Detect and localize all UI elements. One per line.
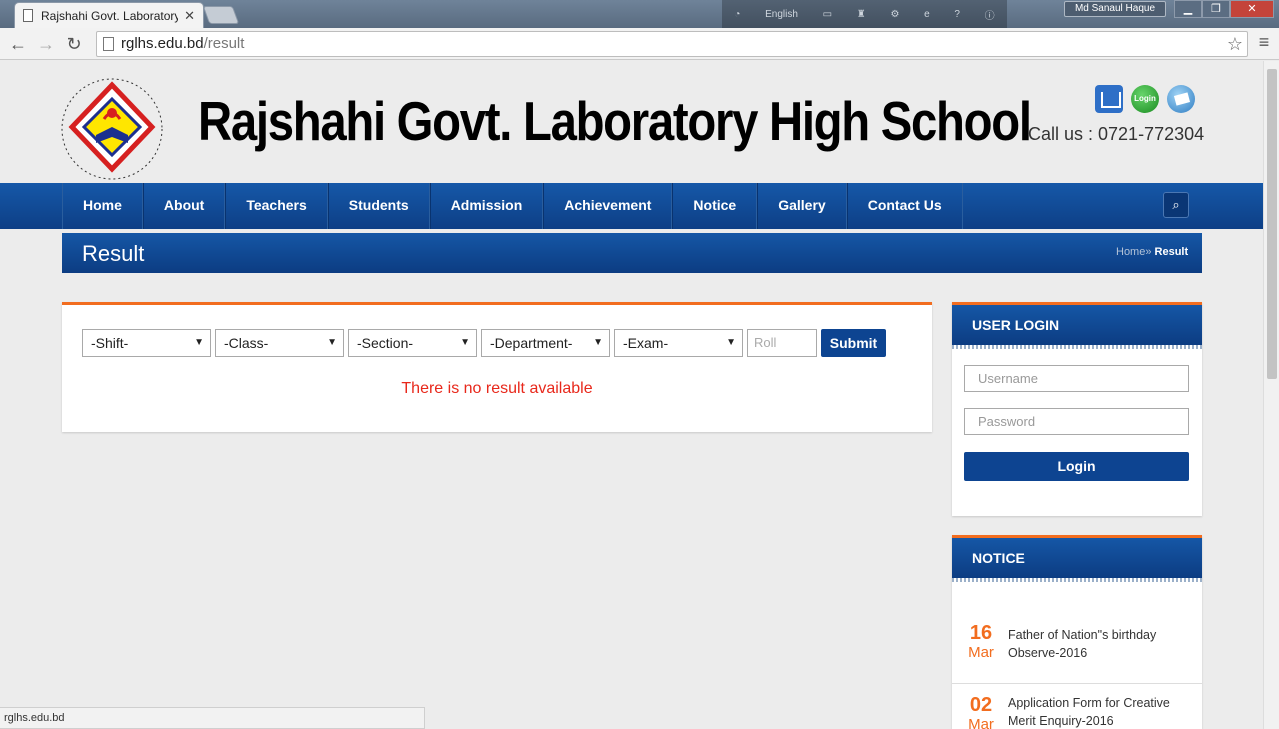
url-path: /result xyxy=(203,35,245,52)
section-select-value: -Section- xyxy=(357,335,414,351)
dropdown-arrow-icon: ▼ xyxy=(726,337,736,348)
user-login-widget: USER LOGIN Username Password Login xyxy=(952,302,1202,516)
search-icon[interactable]: ⌕ xyxy=(1163,192,1189,218)
close-window-button[interactable]: ✕ xyxy=(1230,0,1274,18)
web-page: Rajshahi Govt. Laboratory High School Lo… xyxy=(0,61,1263,729)
login-icon[interactable]: Login xyxy=(1131,85,1159,113)
school-logo[interactable] xyxy=(60,77,174,181)
settings-icon[interactable]: ⚙ xyxy=(890,9,899,20)
shift-select-value: -Shift- xyxy=(91,335,129,351)
notice-widget: NOTICE 16 Mar Father of Nation"s birthda… xyxy=(952,535,1202,729)
login-button[interactable]: Login xyxy=(964,452,1189,481)
notice-month: Mar xyxy=(968,644,994,661)
notice-text[interactable]: Father of Nation"s birthday Observe-2016 xyxy=(1008,626,1193,662)
sitemap-icon[interactable] xyxy=(1095,85,1123,113)
notice-item[interactable]: 02 Mar Application Form for Creative Mer… xyxy=(952,683,1202,729)
site-name[interactable]: Rajshahi Govt. Laboratory High School xyxy=(198,89,1032,153)
help-icon[interactable]: ? xyxy=(954,9,960,20)
language-label[interactable]: English xyxy=(765,9,798,20)
tools-icon[interactable]: ♜ xyxy=(857,9,866,20)
class-select-value: -Class- xyxy=(224,335,269,351)
breadcrumb-home[interactable]: Home xyxy=(1116,246,1145,258)
url-domain: rglhs.edu.bd xyxy=(121,35,204,52)
tab-title: Rajshahi Govt. Laboratory xyxy=(41,8,179,23)
no-result-message: There is no result available xyxy=(401,380,593,397)
result-panel: -Shift- ▼ -Class- ▼ -Section- ▼ -Department… xyxy=(62,302,932,432)
shift-select[interactable]: -Shift- ▼ xyxy=(82,329,211,357)
page-title: Result xyxy=(82,241,145,266)
main-navbar: Home About Teachers Students Admission A… xyxy=(0,183,1263,229)
profile-badge[interactable]: Md Sanaul Haque xyxy=(1064,1,1166,17)
user-login-heading: USER LOGIN xyxy=(952,305,1202,349)
keyboard-icon[interactable]: ▭ xyxy=(823,9,832,20)
restore-button[interactable]: ❐ xyxy=(1202,0,1230,18)
notice-heading: NOTICE xyxy=(952,538,1202,582)
info-icon[interactable]: ⓘ xyxy=(985,7,995,22)
minimize-button[interactable]: ▁ xyxy=(1174,0,1202,18)
result-filter-row: -Shift- ▼ -Class- ▼ -Section- ▼ -Department… xyxy=(82,329,886,357)
nav-home[interactable]: Home xyxy=(62,183,143,229)
department-select[interactable]: -Department- ▼ xyxy=(481,329,610,357)
exam-select-value: -Exam- xyxy=(623,335,669,351)
nav-about[interactable]: About xyxy=(142,183,226,229)
forward-arrow-icon[interactable]: → xyxy=(34,32,58,56)
nav-students[interactable]: Students xyxy=(327,183,430,229)
menu-hamburger-icon[interactable]: ≡ xyxy=(1254,32,1274,53)
notice-item[interactable]: 16 Mar Father of Nation"s birthday Obser… xyxy=(952,622,1202,692)
scrollbar-thumb[interactable] xyxy=(1267,69,1277,379)
nav-gallery[interactable]: Gallery xyxy=(757,183,847,229)
notice-day: 16 xyxy=(969,622,993,644)
dropdown-arrow-icon: ▼ xyxy=(194,337,204,348)
breadcrumb-current: Result xyxy=(1154,246,1189,258)
app-icon[interactable]: ◔ xyxy=(734,9,740,20)
window-controls: ▁ ❐ ✕ xyxy=(1174,0,1274,18)
password-input[interactable]: Password xyxy=(964,408,1189,435)
back-arrow-icon[interactable]: ← xyxy=(6,32,30,56)
language-bar: ◔ English ▭ ♜ ⚙ e ? ⓘ xyxy=(722,0,1007,28)
department-select-value: -Department- xyxy=(490,335,573,351)
exam-select[interactable]: -Exam- ▼ xyxy=(614,329,743,357)
call-us-text: Call us : 0721-772304 xyxy=(1028,124,1205,144)
bookmark-star-icon[interactable]: ☆ xyxy=(1227,32,1243,56)
nav-teachers[interactable]: Teachers xyxy=(225,183,328,229)
notice-day: 02 xyxy=(969,694,993,716)
dropdown-arrow-icon: ▼ xyxy=(327,337,337,348)
notice-month: Mar xyxy=(968,716,994,729)
username-input[interactable]: Username xyxy=(964,365,1189,392)
mail-icon[interactable] xyxy=(1167,85,1195,113)
class-select[interactable]: -Class- ▼ xyxy=(215,329,344,357)
submit-button[interactable]: Submit xyxy=(821,329,886,357)
nav-notice[interactable]: Notice xyxy=(672,183,758,229)
browser-toolbar: ← → ↻ rglhs.edu.bd/result ☆ ≡ xyxy=(0,28,1279,60)
reload-icon[interactable]: ↻ xyxy=(62,32,86,56)
address-bar[interactable]: rglhs.edu.bd/result ☆ xyxy=(96,31,1248,57)
nav-contact-us[interactable]: Contact Us xyxy=(846,183,963,229)
ie-icon[interactable]: e xyxy=(924,9,930,20)
nav-achievement[interactable]: Achievement xyxy=(543,183,673,229)
nav-admission[interactable]: Admission xyxy=(429,183,544,229)
browser-titlebar: Rajshahi Govt. Laboratory ✕ ◔ English ▭ … xyxy=(0,0,1279,28)
breadcrumb: Home» Result xyxy=(1116,246,1202,258)
document-icon xyxy=(23,9,33,22)
page-title-bar: Result Home» Result xyxy=(62,233,1202,273)
browser-tab[interactable]: Rajshahi Govt. Laboratory ✕ xyxy=(14,2,204,28)
section-select[interactable]: -Section- ▼ xyxy=(348,329,477,357)
dropdown-arrow-icon: ▼ xyxy=(593,337,603,348)
new-tab-button[interactable] xyxy=(202,6,240,24)
page-scrollbar[interactable] xyxy=(1263,61,1279,729)
breadcrumb-separator: » xyxy=(1145,246,1152,258)
roll-input[interactable]: Roll xyxy=(747,329,817,357)
tab-close-icon[interactable]: ✕ xyxy=(184,8,195,24)
dropdown-arrow-icon: ▼ xyxy=(460,337,470,348)
status-bar: rglhs.edu.bd xyxy=(0,707,425,729)
header-icons: Login xyxy=(1095,85,1195,113)
page-icon xyxy=(103,37,114,51)
nav-menu: Home About Teachers Students Admission A… xyxy=(62,183,963,229)
notice-text[interactable]: Application Form for Creative Merit Enqu… xyxy=(1008,694,1193,729)
